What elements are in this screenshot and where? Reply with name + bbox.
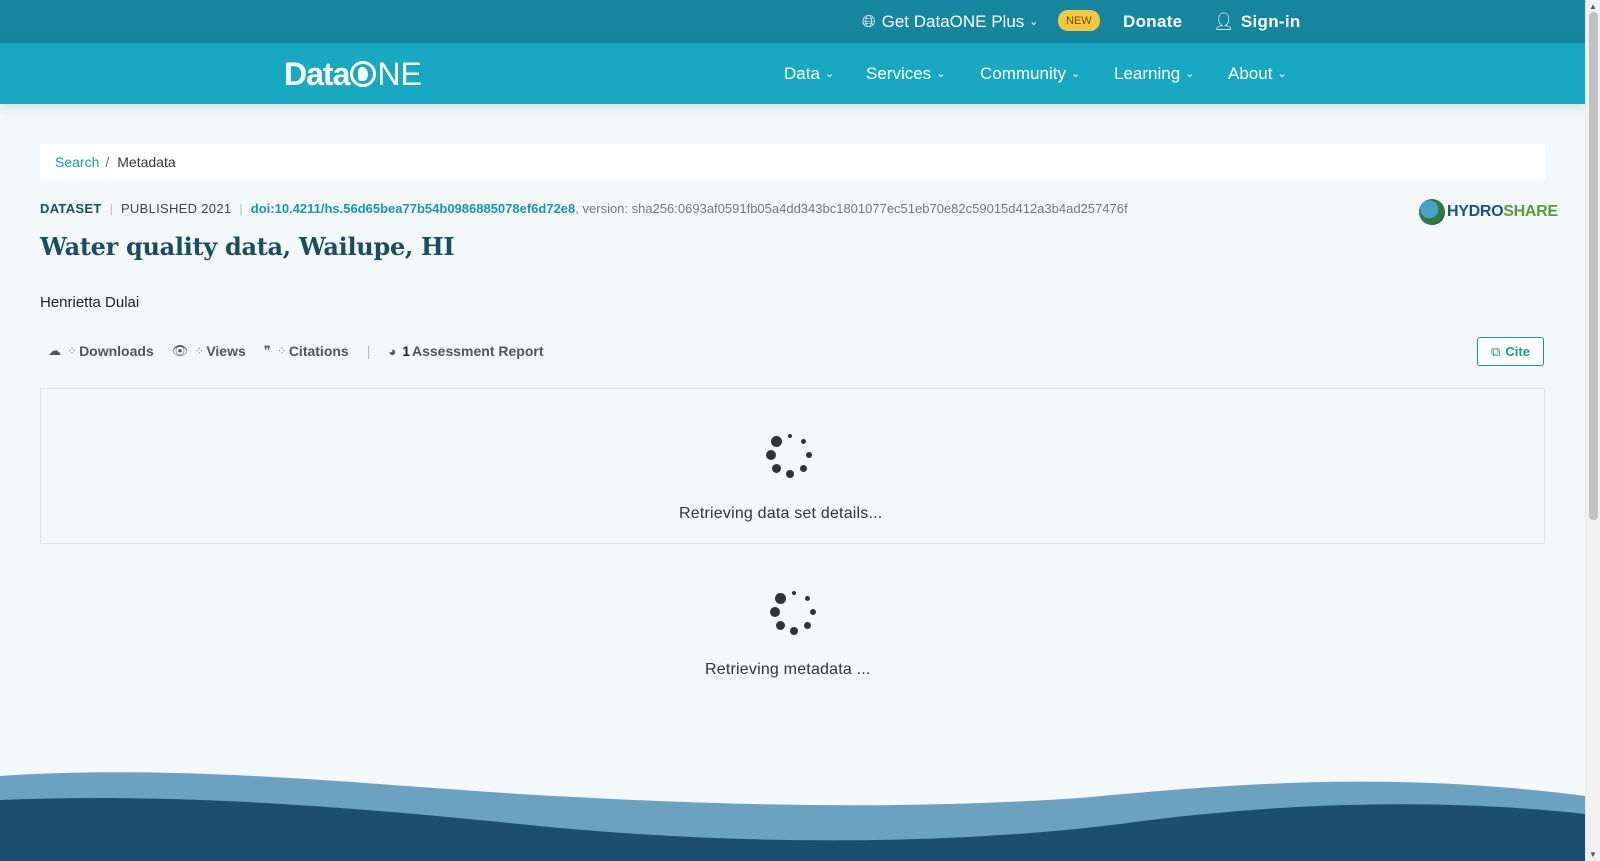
loading-spinner-icon: ⁘ [67, 344, 78, 358]
nav-about[interactable]: About ⌄ [1228, 43, 1287, 104]
spinner-dot [770, 435, 783, 448]
breadcrumb-search-link[interactable]: Search [55, 154, 99, 170]
spinner-dot [800, 439, 806, 445]
cloud-download-icon: ☁︎ [48, 343, 61, 358]
hydroshare-globe-icon [1419, 199, 1445, 225]
scroll-down-arrow-icon[interactable]: ▼ [1589, 850, 1597, 859]
downloads-label: Downloads [79, 343, 154, 359]
globe-sparkle-icon: 🌐︎ [862, 11, 876, 31]
spinner-dot [789, 626, 799, 636]
spinner-dot [785, 469, 795, 479]
loading-spinner-icon: ⁘ [276, 344, 287, 358]
dataone-logo[interactable]: Data NE [284, 56, 422, 92]
spinner-dot [774, 592, 787, 605]
dataset-title: Water quality data, Wailupe, HI [40, 232, 455, 261]
nav-data[interactable]: Data ⌄ [784, 43, 834, 104]
donate-link[interactable]: Donate [1123, 0, 1182, 43]
published-year: PUBLISHED 2021 [120, 200, 232, 216]
hydroshare-text-hydro: HYDRO [1447, 203, 1504, 220]
spinner-dot [804, 596, 810, 602]
retrieving-metadata-text: Retrieving metadata ... [705, 661, 871, 678]
views-label: Views [206, 343, 246, 359]
assessment-count: 1 [402, 343, 410, 359]
get-dataone-plus-label: Get DataONE Plus [881, 11, 1025, 31]
spinner-dot [803, 621, 812, 630]
nav-learning[interactable]: Learning ⌄ [1114, 43, 1194, 104]
spinner-dot [788, 434, 792, 438]
logo-text-data: Data [284, 55, 350, 92]
nav-community-label: Community [980, 63, 1066, 83]
dashboard-gauge-icon: ◕ [388, 343, 397, 359]
spinner-dot [775, 620, 786, 631]
chevron-down-icon: ⌄ [824, 68, 835, 80]
loading-spinner-icon [769, 588, 818, 636]
sign-in-label: Sign-in [1240, 11, 1301, 31]
nav-services[interactable]: Services ⌄ [866, 43, 945, 104]
divider: | [366, 343, 371, 359]
spinner-dot [771, 463, 782, 474]
footer-wave-decoration [0, 772, 1585, 861]
copy-icon: ⧉ [1491, 343, 1501, 359]
new-badge: NEW [1058, 10, 1100, 31]
spinner-dot [792, 591, 796, 595]
spinner-dot [799, 464, 808, 473]
dataset-type-label: DATASET [40, 200, 102, 216]
main-navbar: Data NE Data ⌄ Services ⌄ Community ⌄ Learn… [0, 43, 1585, 104]
page-scrollbar[interactable]: ▲ ▼ [1585, 0, 1600, 861]
dataset-meta-line: DATASET | PUBLISHED 2021 | doi:10.4211/h… [40, 200, 1128, 216]
chevron-down-icon: ⌄ [1070, 68, 1081, 80]
logo-globe-icon [350, 61, 377, 87]
nav-community[interactable]: Community ⌄ [980, 43, 1080, 104]
top-utility-bar: 🌐︎ Get DataONE Plus ⌄ NEW Donate 👤︎ Sign… [0, 0, 1585, 43]
quote-icon: ❞ [263, 343, 271, 358]
logo-text-one: NE [349, 55, 422, 93]
spinner-dot [805, 451, 813, 459]
dataset-author[interactable]: Henrietta Dulai [40, 294, 139, 311]
nav-learning-label: Learning [1114, 63, 1181, 83]
retrieving-details-text: Retrieving data set details... [679, 505, 883, 522]
sign-in-link[interactable]: 👤︎ Sign-in [1213, 0, 1301, 43]
loading-spinner-icon: ⁘ [194, 344, 205, 358]
metrics-bar: ☁︎ ⁘ Downloads 👁︎ ⁘ Views ❞ ⁘ Citations … [48, 342, 562, 360]
hydroshare-text-share: SHARE [1503, 203, 1558, 220]
eye-icon: 👁︎ [171, 343, 189, 358]
citations-metric[interactable]: ❞ ⁘ Citations [264, 343, 349, 359]
nav-data-label: Data [784, 63, 820, 83]
nav-about-label: About [1228, 63, 1273, 83]
scroll-up-arrow-icon[interactable]: ▲ [1589, 2, 1597, 11]
breadcrumb: Search / Metadata [40, 144, 1545, 180]
citations-label: Citations [288, 343, 349, 359]
version-hash: , version: sha256:0693af0591fb05a4dd343b… [575, 200, 1128, 216]
chevron-down-icon: ⌄ [936, 68, 946, 80]
hydroshare-logo[interactable]: HYDRO SHARE [1419, 198, 1558, 226]
cite-button[interactable]: ⧉ Cite [1477, 337, 1544, 366]
doi-link[interactable]: doi:10.4211/hs.56d65bea77b54b0986885078e… [251, 201, 576, 216]
chevron-down-icon: ⌄ [1029, 16, 1039, 28]
nav-services-label: Services [866, 63, 932, 83]
loading-spinner-icon [765, 431, 814, 479]
breadcrumb-separator: / [105, 154, 110, 170]
chevron-down-icon: ⌄ [1277, 68, 1287, 80]
views-metric[interactable]: 👁︎ ⁘ Views [172, 343, 246, 359]
logo-text-ne: NE [377, 55, 422, 92]
assessment-label: Assessment Report [412, 343, 544, 359]
divider: | [239, 200, 243, 216]
cite-label: Cite [1505, 344, 1530, 359]
spinner-dot [809, 608, 817, 616]
chevron-down-icon: ⌄ [1185, 68, 1195, 80]
assessment-report-metric[interactable]: ◕ 1 Assessment Report [388, 343, 543, 359]
spinner-dot [769, 606, 781, 618]
spinner-dot [765, 449, 777, 461]
divider: | [109, 200, 113, 216]
get-dataone-plus-menu[interactable]: 🌐︎ Get DataONE Plus ⌄ [862, 0, 1039, 43]
scrollbar-thumb[interactable] [1589, 12, 1598, 520]
breadcrumb-current: Metadata [117, 154, 176, 170]
downloads-metric[interactable]: ☁︎ ⁘ Downloads [48, 343, 154, 359]
user-icon: 👤︎ [1213, 11, 1235, 31]
